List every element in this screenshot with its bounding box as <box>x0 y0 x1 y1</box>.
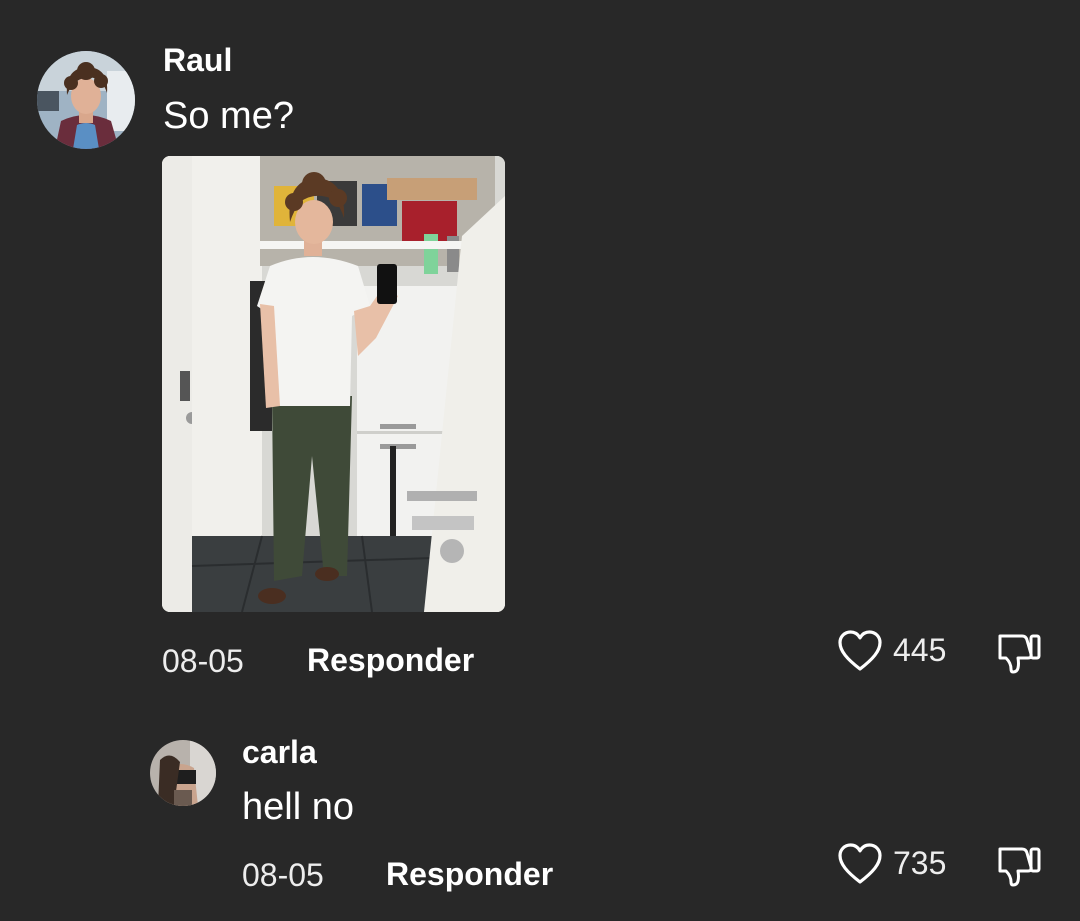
avatar[interactable] <box>37 51 135 149</box>
heart-icon[interactable] <box>837 629 883 673</box>
comment-username[interactable]: Raul <box>163 42 232 78</box>
comment-text: So me? <box>163 95 294 137</box>
comment-photo[interactable] <box>162 156 505 612</box>
reply-button[interactable]: Responder <box>386 856 553 892</box>
comment-date: 08-05 <box>242 857 324 893</box>
comment-date: 08-05 <box>162 643 244 679</box>
thumbs-down-icon[interactable] <box>996 843 1044 889</box>
avatar[interactable] <box>150 740 216 806</box>
comment-item: carla hell no 08-05 Responder 735 <box>0 720 1080 920</box>
thumbs-down-icon[interactable] <box>996 630 1044 676</box>
like-count: 735 <box>893 845 947 881</box>
mirror-selfie-photo <box>162 156 505 612</box>
heart-icon[interactable] <box>837 842 883 886</box>
user-avatar-photo <box>37 51 135 149</box>
user-avatar-photo <box>150 740 216 806</box>
like-count: 445 <box>893 632 947 668</box>
comment-text: hell no <box>242 786 354 828</box>
comment-username[interactable]: carla <box>242 734 317 770</box>
comment-item: Raul So me? 08-05 Responder 445 <box>0 0 1080 700</box>
reply-button[interactable]: Responder <box>307 642 474 678</box>
